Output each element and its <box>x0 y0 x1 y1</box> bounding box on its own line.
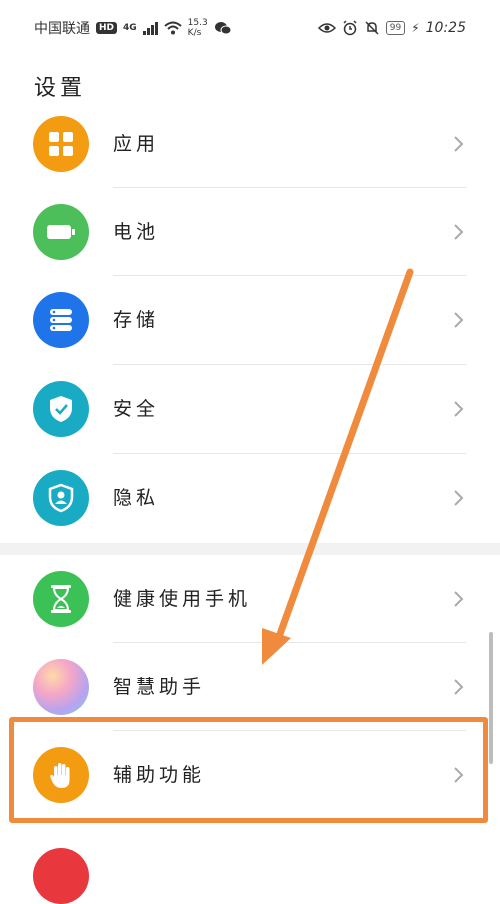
settings-item-storage[interactable]: 存储 <box>0 276 500 364</box>
settings-item-assistant[interactable]: 智慧助手 <box>0 643 500 731</box>
apps-grid-icon <box>33 116 89 172</box>
settings-item-label: 隐私 <box>113 487 160 509</box>
speed-unit: K/s <box>187 28 202 38</box>
settings-item-apps[interactable]: 应用 <box>0 100 500 188</box>
settings-item-label: 安全 <box>113 398 160 420</box>
mute-bell-icon <box>365 21 379 35</box>
settings-item-privacy[interactable]: 隐私 <box>0 454 500 542</box>
eye-icon <box>317 23 336 33</box>
settings-item-label: 智慧助手 <box>113 676 206 698</box>
status-bar: 中国联通 HD 4G 15.3 K/s 99 ⚡ 10:25 <box>0 0 500 56</box>
chevron-right-icon <box>454 591 464 607</box>
settings-item-digital-balance[interactable]: 健康使用手机 <box>0 555 500 643</box>
settings-item-label: 辅助功能 <box>113 764 206 786</box>
storage-icon <box>33 292 89 348</box>
chevron-right-icon <box>454 679 464 695</box>
clock-time: 10:25 <box>425 20 466 36</box>
chevron-right-icon <box>454 401 464 417</box>
status-right: 99 ⚡ 10:25 <box>317 20 466 36</box>
battery-icon <box>33 204 89 260</box>
chevron-right-icon <box>454 312 464 328</box>
settings-item-label: 应用 <box>113 133 160 155</box>
assistant-icon <box>33 659 89 715</box>
settings-item-label: 存储 <box>113 309 160 331</box>
privacy-icon <box>33 470 89 526</box>
alarm-icon <box>343 20 357 36</box>
battery-level: 99 <box>385 21 406 35</box>
chevron-right-icon <box>454 136 464 152</box>
chevron-right-icon <box>454 224 464 240</box>
partial-item-icon <box>33 848 89 904</box>
section-separator <box>0 543 500 555</box>
settings-item-security[interactable]: 安全 <box>0 365 500 453</box>
page-title: 设置 <box>34 76 87 101</box>
network-speed: 15.3 K/s <box>188 18 208 38</box>
chevron-right-icon <box>454 490 464 506</box>
carrier-name: 中国联通 <box>34 21 90 37</box>
speed-value: 15.3 <box>187 18 208 28</box>
chevron-right-icon <box>454 767 464 783</box>
network-type: 4G <box>123 23 137 33</box>
status-left: 中国联通 HD 4G 15.3 K/s <box>34 18 232 38</box>
settings-item-label: 健康使用手机 <box>113 588 252 610</box>
hd-badge: HD <box>96 22 118 34</box>
settings-item-accessibility[interactable]: 辅助功能 <box>0 731 500 819</box>
hourglass-icon <box>33 571 89 627</box>
charging-icon: ⚡ <box>411 21 420 35</box>
hand-icon <box>33 747 89 803</box>
scrollbar[interactable] <box>489 632 493 764</box>
signal-icon <box>142 21 158 35</box>
settings-item-label: 电池 <box>113 221 160 243</box>
wifi-icon <box>164 21 182 35</box>
shield-icon <box>33 381 89 437</box>
settings-item-battery[interactable]: 电池 <box>0 188 500 276</box>
wechat-icon <box>214 22 232 35</box>
